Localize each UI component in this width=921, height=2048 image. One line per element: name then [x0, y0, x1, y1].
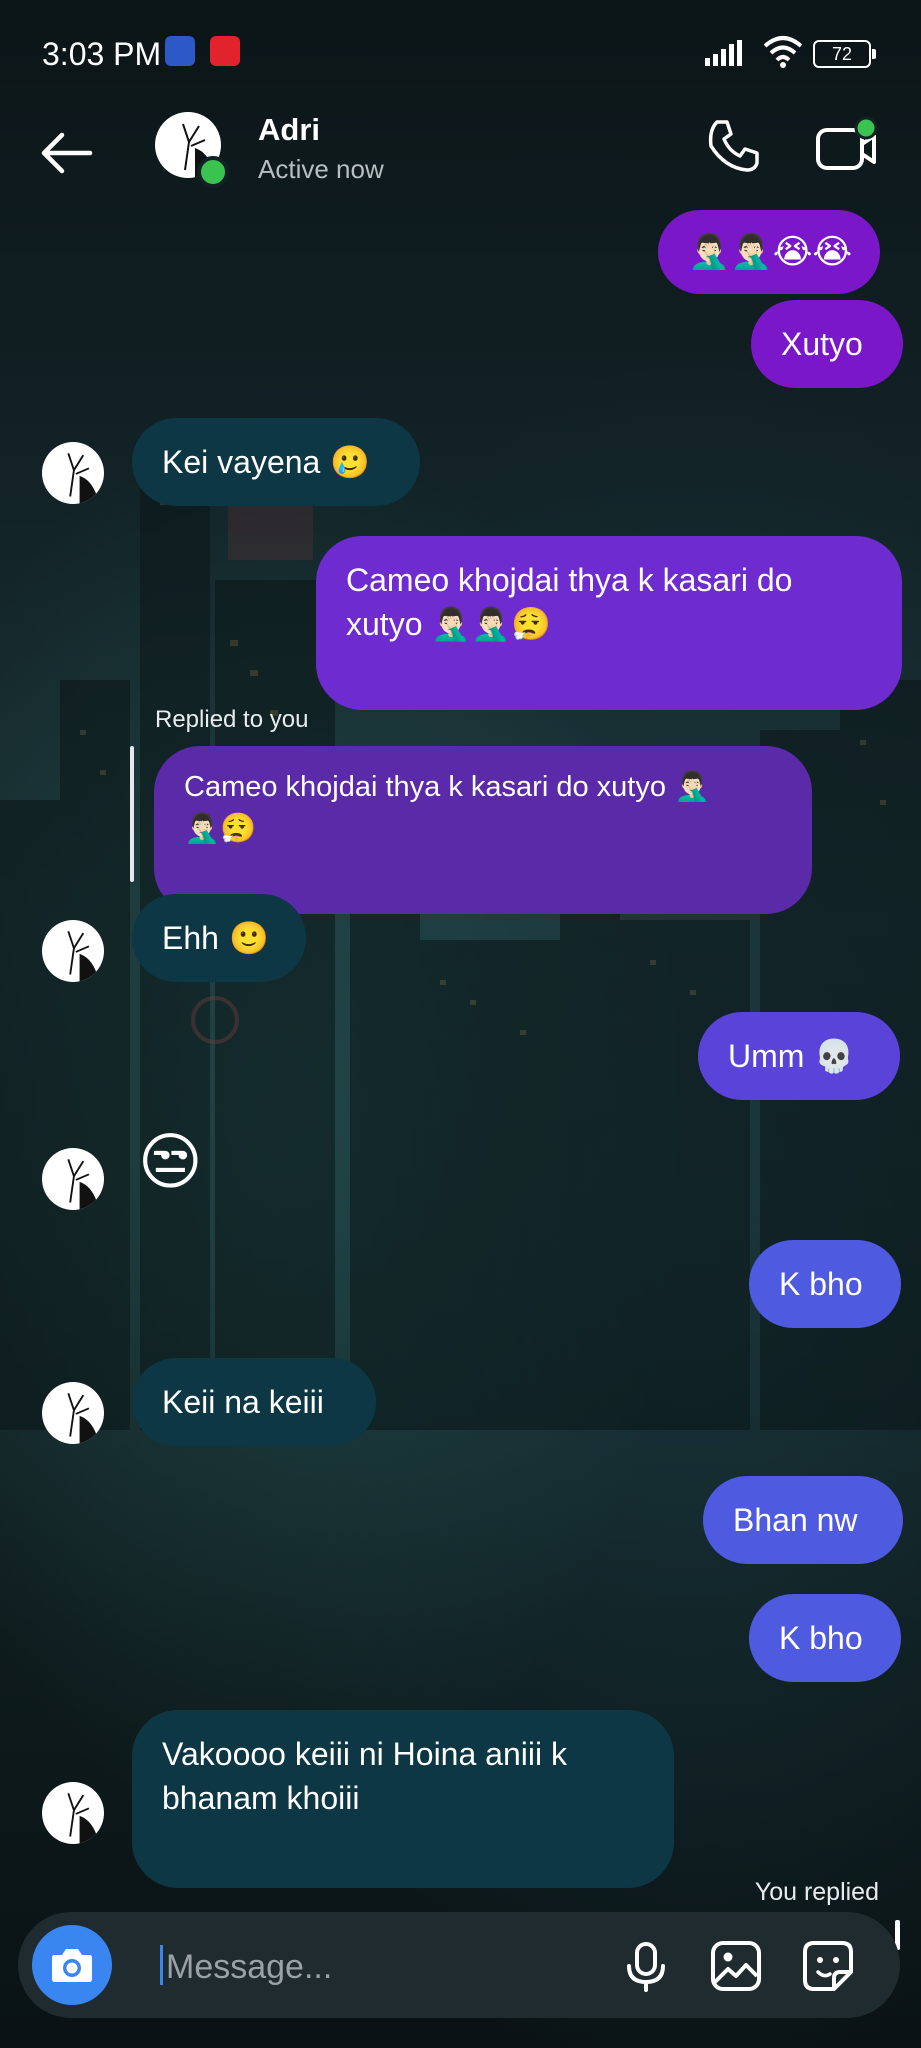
incoming-message[interactable]: Vakoooo keiii ni Hoina aniii k bhanam kh…	[132, 1710, 674, 1888]
camera-button[interactable]	[32, 1925, 112, 2005]
message-text-line-1: Vakoooo keiii ni Hoina aniii k	[162, 1736, 567, 1772]
incoming-message[interactable]: Kei vayena 🥲	[132, 418, 420, 506]
battery-indicator: 72	[813, 40, 876, 68]
you-replied-label: You replied	[754, 1878, 879, 1906]
microphone-icon[interactable]	[618, 1938, 674, 1994]
phone-icon[interactable]	[703, 116, 763, 176]
message-text-line-2: xutyo	[346, 606, 423, 642]
contact-avatar[interactable]	[42, 920, 104, 982]
outgoing-message[interactable]: Bhan nw	[703, 1476, 903, 1564]
sticker-icon[interactable]	[800, 1938, 856, 1994]
slightly-smiling-face-emoji: 🙂	[228, 920, 269, 956]
message-text: Keii na keiii	[162, 1384, 324, 1420]
outgoing-message[interactable]: Cameo khojdai thya k kasari do xutyo 🤦🏻‍…	[316, 536, 902, 710]
gallery-icon[interactable]	[708, 1938, 764, 1994]
wifi-icon	[763, 36, 803, 68]
skull-emoji: 💀	[814, 1038, 855, 1074]
man-facepalming-emoji: 🤦🏻‍♂️	[471, 606, 512, 642]
reply-indicator-bar	[130, 746, 134, 882]
outgoing-message[interactable]: 🤦🏻‍♂️ 🤦🏻‍♂️ 😭 😭	[658, 210, 880, 294]
smiling-face-with-tear-emoji: 🥲	[330, 444, 371, 480]
online-status-dot	[197, 156, 229, 188]
contact-avatar[interactable]	[42, 1382, 104, 1444]
outgoing-message[interactable]: K bho	[749, 1240, 901, 1328]
man-facepalming-emoji: 🤦🏻‍♂️	[184, 813, 221, 845]
video-call-icon[interactable]	[814, 116, 880, 176]
chat-header: Adri Active now	[0, 100, 921, 210]
message-text: Bhan nw	[733, 1502, 858, 1538]
man-facepalming-emoji: 🤦🏻‍♂️	[688, 233, 731, 271]
status-time: 3:03 PM	[42, 36, 162, 72]
loudly-crying-emoji: 😭	[812, 233, 853, 271]
unamused-face-emoji-message[interactable]: 😒	[138, 1128, 203, 1198]
man-facepalming-emoji: 🤦🏻‍♂️	[730, 233, 773, 271]
signal-icon	[705, 40, 742, 66]
contact-active-status: Active now	[258, 154, 384, 184]
app-notification-icon	[165, 36, 195, 66]
message-text: Xutyo	[781, 326, 863, 362]
man-facepalming-emoji: 🤦🏻‍♂️	[674, 771, 711, 803]
outgoing-message[interactable]: K bho	[749, 1594, 901, 1682]
message-text: K bho	[779, 1266, 863, 1302]
message-input[interactable]	[164, 1942, 608, 1992]
app-notification-icon-2	[210, 36, 240, 66]
reply-label: Replied to you	[155, 706, 309, 733]
quoted-message[interactable]: Cameo khojdai thya k kasari do xutyo 🤦🏻‍…	[154, 746, 812, 914]
quoted-text: Cameo khojdai thya k kasari do xutyo	[184, 771, 666, 803]
message-text-line-1: Cameo khojdai thya k kasari do	[346, 562, 793, 598]
outgoing-message[interactable]: Xutyo	[751, 300, 903, 388]
loudly-crying-emoji: 😭	[772, 233, 813, 271]
message-text-line-2: bhanam khoiii	[162, 1780, 360, 1816]
outgoing-message[interactable]: Umm 💀	[698, 1012, 900, 1100]
status-bar: 3:03 PM 72	[0, 0, 921, 100]
text-cursor	[160, 1945, 163, 1985]
incoming-message[interactable]: Keii na keiii	[132, 1358, 376, 1446]
contact-avatar[interactable]	[42, 1148, 104, 1210]
contact-avatar[interactable]	[42, 442, 104, 504]
face-exhaling-emoji: 😮‍💨	[511, 606, 551, 642]
message-text: K bho	[779, 1620, 863, 1656]
message-text: Ehh	[162, 920, 219, 956]
camera-icon	[52, 1949, 92, 1982]
message-text: Umm	[728, 1038, 805, 1074]
incoming-message[interactable]: Ehh 🙂	[132, 894, 306, 982]
back-arrow-icon[interactable]	[36, 128, 96, 178]
face-exhaling-emoji: 😮‍💨	[220, 813, 257, 845]
message-text: Kei vayena	[162, 444, 321, 480]
contact-avatar[interactable]	[42, 1782, 104, 1844]
man-facepalming-emoji: 🤦🏻‍♂️	[431, 606, 472, 642]
message-composer	[18, 1912, 900, 2018]
contact-name[interactable]: Adri	[258, 112, 320, 148]
